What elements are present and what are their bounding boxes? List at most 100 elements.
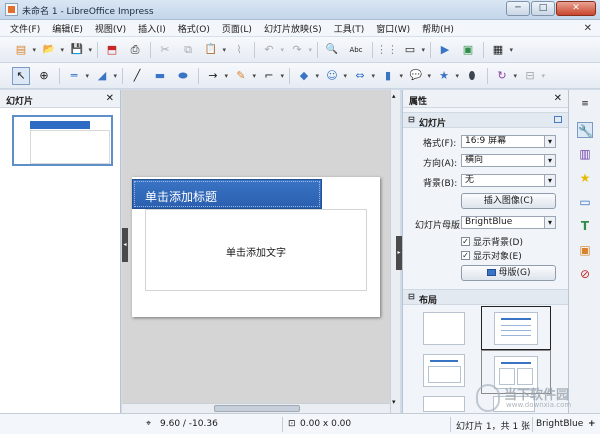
close-properties-icon[interactable]: ✕	[554, 93, 562, 104]
table-icon[interactable]: ▦	[489, 41, 513, 59]
new-slide-icon[interactable]: ▣	[459, 41, 477, 59]
line-color-icon[interactable]: ═	[65, 67, 89, 85]
close-window-button[interactable]: ✕	[556, 1, 596, 16]
gallery-tab-icon[interactable]: ▣	[577, 242, 593, 258]
start-presentation-icon[interactable]: ▶	[436, 41, 454, 59]
slide-canvas[interactable]: 单击添加标题 单击添加文字	[132, 177, 380, 317]
collapse-left-pane-handle[interactable]: ◂	[122, 228, 128, 262]
callouts-icon[interactable]: 💬	[407, 67, 431, 85]
new-icon[interactable]: ▤	[12, 41, 36, 59]
block-arrows-icon[interactable]: ⇔	[351, 67, 375, 85]
menu-edit[interactable]: 编辑(E)	[52, 22, 83, 35]
menu-view[interactable]: 视图(V)	[95, 22, 126, 35]
properties-title: 属性	[409, 97, 428, 107]
menu-format[interactable]: 格式(O)	[178, 22, 210, 35]
menu-slideshow[interactable]: 幻灯片放映(S)	[264, 22, 322, 35]
horizontal-scrollbar[interactable]	[122, 403, 390, 413]
stars-icon[interactable]: ★	[435, 67, 459, 85]
toolbar-separator	[254, 41, 255, 58]
properties-header: 属性 ✕	[403, 90, 568, 108]
scroll-down-arrow[interactable]: ▾	[392, 398, 396, 406]
menu-slide[interactable]: 页面(L)	[222, 22, 252, 35]
menu-file[interactable]: 文件(F)	[10, 22, 40, 35]
slide-transition-tab-icon[interactable]: ▥	[577, 146, 593, 162]
grid-icon[interactable]: ⋮⋮	[376, 41, 398, 59]
paste-icon[interactable]: 📋	[202, 41, 226, 59]
layout-blank[interactable]	[423, 312, 465, 345]
arrow-line-icon[interactable]: →	[204, 67, 228, 85]
spellcheck-icon[interactable]: Abc	[346, 41, 366, 59]
more-options-icon[interactable]	[554, 116, 562, 123]
scroll-up-arrow[interactable]: ▴	[392, 92, 396, 100]
layout-more[interactable]	[423, 396, 465, 412]
orientation-select[interactable]: 横向	[461, 154, 556, 167]
connector-icon[interactable]: ⌐	[260, 67, 284, 85]
master-slides-button[interactable]: 母版(G)	[461, 265, 556, 281]
master-slide-select[interactable]: BrightBlue	[461, 216, 556, 229]
horizontal-scroll-thumb[interactable]	[214, 405, 300, 412]
slides-pane-title: 幻灯片	[6, 97, 34, 107]
cut-icon[interactable]: ✂	[156, 41, 174, 59]
rotate-icon[interactable]: ↻	[493, 67, 517, 85]
flowchart-icon[interactable]: ▮	[379, 67, 403, 85]
close-slides-pane-icon[interactable]: ✕	[106, 93, 114, 104]
find-replace-icon[interactable]: 🔍	[323, 41, 341, 59]
menu-window[interactable]: 窗口(W)	[376, 22, 410, 35]
sidebar-menu-icon[interactable]: ≡	[577, 96, 593, 112]
toolbar-separator	[372, 41, 373, 58]
slide-section-header[interactable]: ⊟ 幻灯片	[403, 112, 569, 129]
copy-icon[interactable]: ⧉	[179, 41, 197, 59]
site-watermark: 当下软件园 www.downxia.com	[476, 384, 576, 414]
zoom-in-icon[interactable]: +	[588, 419, 596, 429]
format-select[interactable]: 16:9 屏幕	[461, 135, 556, 148]
layout-title-only[interactable]	[423, 354, 465, 387]
show-background-checkbox[interactable]: ✓ 显示背景(D)	[461, 235, 523, 248]
rectangle-tool-icon[interactable]: ▬	[151, 67, 169, 85]
styles-tab-icon[interactable]: T	[577, 218, 593, 234]
menu-insert[interactable]: 插入(I)	[138, 22, 166, 35]
close-document-icon[interactable]: ✕	[584, 23, 592, 34]
title-placeholder[interactable]: 单击添加标题	[132, 179, 322, 209]
collapse-toggle-icon[interactable]: ⊟	[408, 115, 415, 124]
menu-tools[interactable]: 工具(T)	[334, 22, 365, 35]
animation-tab-icon[interactable]: ★	[577, 170, 593, 186]
zoom-icon[interactable]: ⊕	[35, 67, 53, 85]
line-tool-icon[interactable]: ╱	[128, 67, 146, 85]
layout-section-header[interactable]: ⊟ 布局	[403, 289, 569, 306]
menu-help[interactable]: 帮助(H)	[422, 22, 454, 35]
layout-title-content-selected[interactable]	[481, 306, 551, 350]
status-divider	[532, 417, 533, 432]
undo-icon[interactable]: ↶	[260, 41, 284, 59]
show-objects-checkbox[interactable]: ✓ 显示对象(E)	[461, 249, 522, 262]
curve-pencil-icon[interactable]: ✎	[232, 67, 256, 85]
align-icon[interactable]: ⊟	[521, 67, 545, 85]
clone-formatting-icon[interactable]: ⌇	[230, 41, 248, 59]
insert-image-button[interactable]: 插入图像(C)	[461, 193, 556, 209]
display-views-icon[interactable]: ▭	[401, 41, 425, 59]
navigator-tab-icon[interactable]: ⊘	[577, 266, 593, 282]
master-slides-tab-icon[interactable]: ▭	[577, 194, 593, 210]
position-icon: ⌖	[146, 419, 152, 429]
redo-icon[interactable]: ↷	[288, 41, 312, 59]
content-placeholder[interactable]: 单击添加文字	[145, 209, 367, 291]
background-select[interactable]: 无	[461, 174, 556, 187]
basic-shapes-icon[interactable]: ◆	[295, 67, 319, 85]
fill-color-icon[interactable]: ◢	[93, 67, 117, 85]
properties-tab-icon[interactable]: 🔧	[577, 122, 593, 138]
maximize-button[interactable]: □	[531, 1, 555, 16]
save-icon[interactable]: 💾	[68, 41, 92, 59]
minimize-button[interactable]: ─	[506, 1, 530, 16]
open-icon[interactable]: 📂	[40, 41, 64, 59]
collapse-toggle-icon[interactable]: ⊟	[408, 292, 415, 301]
thumbnail-title-bar	[30, 121, 90, 129]
pdf-export-icon[interactable]: ⬒	[103, 41, 121, 59]
symbol-shapes-icon[interactable]: ☺	[323, 67, 347, 85]
3d-objects-icon[interactable]: ⬮	[463, 67, 481, 85]
ellipse-tool-icon[interactable]: ⬬	[174, 67, 192, 85]
select-pointer-icon[interactable]: ↖	[12, 66, 30, 85]
slide-thumbnail[interactable]	[12, 115, 113, 166]
print-icon[interactable]: ⎙	[126, 41, 144, 59]
watermark-url: www.downxia.com	[506, 401, 572, 409]
content-placeholder-text: 单击添加文字	[226, 248, 286, 259]
status-divider	[450, 417, 451, 432]
